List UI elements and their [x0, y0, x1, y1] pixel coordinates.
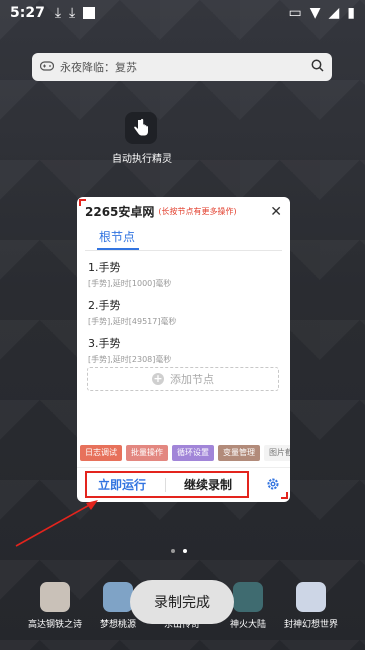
cast-icon: ▭: [288, 5, 302, 21]
add-node-label: 添加节点: [170, 373, 214, 386]
action-bar: 立即运行 继续录制: [77, 467, 290, 502]
gear-icon[interactable]: [266, 476, 280, 495]
dialog-hint: (长按节点有更多操作): [158, 207, 237, 216]
variable-manage-button[interactable]: 变量管理: [218, 445, 260, 461]
dock-app-label: 高达钢铁之诗: [27, 620, 82, 630]
dock-app[interactable]: 高达钢铁之诗: [25, 582, 85, 630]
plus-icon: +: [152, 372, 164, 385]
page-dot-active: [183, 549, 187, 553]
highlight-box: 立即运行 继续录制: [85, 471, 249, 498]
corner-mark: [281, 492, 288, 499]
corner-mark: [79, 199, 86, 206]
node-title: 2.手势: [88, 299, 121, 312]
close-icon[interactable]: ✕: [270, 204, 282, 220]
macro-dialog: 2265安卓网 (长按节点有更多操作) ✕ 根节点 1.手势 [手势],延时[1…: [77, 197, 290, 502]
download-icon: ⤓: [69, 5, 76, 21]
tool-row: 日志调试 批量操作 循环设置 变量管理 图片截: [80, 445, 290, 463]
batch-operation-button[interactable]: 批量操作: [126, 445, 168, 461]
notification-square-icon: [83, 7, 96, 19]
download-icon: ⤓: [54, 5, 62, 21]
app-icon: [103, 582, 133, 612]
tab-divider: [85, 250, 282, 251]
node-detail: [手势],延时[49517]毫秒: [88, 317, 177, 326]
dock-app-label: 封神幻想世界: [283, 620, 338, 630]
recording-complete-toast: 录制完成: [130, 580, 234, 624]
search-icon[interactable]: [311, 59, 324, 75]
page-dot: [171, 549, 175, 553]
list-item[interactable]: 1.手势 [手势],延时[1000]毫秒: [77, 259, 290, 289]
tap-hand-icon: [134, 118, 148, 136]
dialog-title: 2265安卓网: [85, 205, 155, 219]
log-debug-button[interactable]: 日志调试: [80, 445, 122, 461]
list-item[interactable]: 2.手势 [手势],延时[49517]毫秒: [77, 297, 290, 327]
action-divider: [165, 477, 166, 492]
continue-record-button[interactable]: 继续录制: [184, 476, 232, 493]
node-title: 3.手势: [88, 337, 121, 350]
app-icon: [40, 582, 70, 612]
search-text: 永夜降临：复苏: [60, 61, 137, 74]
list-item[interactable]: 3.手势 [手势],延时[2308]毫秒: [77, 335, 290, 365]
dock-app[interactable]: 封神幻想世界: [281, 582, 341, 630]
home-search-bar[interactable]: 永夜降临：复苏: [32, 53, 332, 81]
app-icon: [296, 582, 326, 612]
run-now-button[interactable]: 立即运行: [87, 476, 157, 493]
node-detail: [手势],延时[2308]毫秒: [88, 355, 172, 364]
app-label: 自动执行精灵: [112, 154, 172, 165]
auto-executor-app-icon[interactable]: [125, 112, 157, 144]
dock-app-label: 神火大陆: [229, 620, 266, 630]
app-icon: [233, 582, 263, 612]
loop-settings-button[interactable]: 循环设置: [172, 445, 214, 461]
add-node-button[interactable]: + 添加节点: [87, 367, 279, 391]
status-bar: 5:27 ⤓ ⤓ ▭ ▼ ◢ ▮: [0, 0, 365, 26]
node-title: 1.手势: [88, 261, 121, 274]
wifi-icon: ▼: [309, 5, 321, 21]
node-detail: [手势],延时[1000]毫秒: [88, 279, 172, 288]
battery-icon: ▮: [347, 5, 355, 21]
tab-root-node[interactable]: 根节点: [97, 228, 140, 250]
status-time: 5:27: [10, 5, 45, 21]
signal-icon: ◢: [328, 5, 340, 21]
gamepad-icon: [39, 60, 55, 74]
image-capture-button[interactable]: 图片截: [264, 445, 290, 461]
